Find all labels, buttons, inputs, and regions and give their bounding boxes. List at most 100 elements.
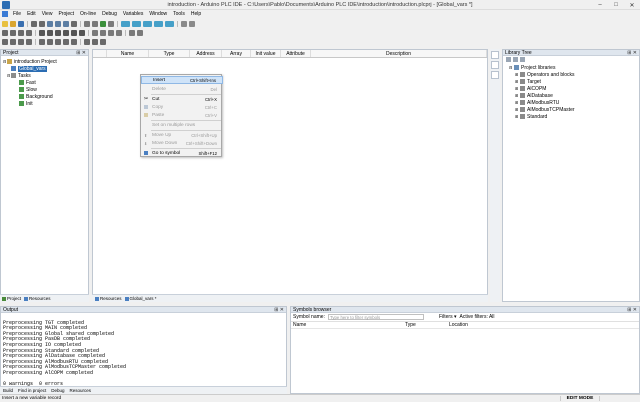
jump-icon[interactable] <box>63 29 69 36</box>
tree-item-background[interactable]: Background <box>3 93 88 100</box>
filters-dropdown[interactable]: Filters ▾ <box>439 314 457 320</box>
menu-item-paste[interactable]: Paste Ctrl+V <box>141 111 223 119</box>
zoom-in-icon[interactable] <box>2 29 8 36</box>
outdent-icon[interactable] <box>10 38 16 45</box>
paste-tb-icon[interactable] <box>63 20 69 27</box>
select-icon[interactable] <box>26 29 32 36</box>
tab-global-vars[interactable]: Global_vars * <box>124 296 157 301</box>
col-attribute[interactable]: Attribute <box>281 50 311 57</box>
menu-window[interactable]: Window <box>146 11 170 17</box>
tree-item-slow[interactable]: Slow <box>3 86 88 93</box>
library-item[interactable]: ⊞ AlCOPM <box>505 85 639 92</box>
minimize-button[interactable]: – <box>592 0 608 10</box>
refresh-library-icon[interactable] <box>520 56 525 62</box>
menu-item-go-to-symbol[interactable]: Go to symbol Shift+F12 <box>141 149 223 157</box>
save-icon[interactable] <box>18 20 24 27</box>
menu-debug[interactable]: Debug <box>99 11 120 17</box>
library-item[interactable]: ⊞ Target <box>505 78 639 85</box>
library-root[interactable]: ⊟ Project libraries <box>505 64 639 71</box>
menu-help[interactable]: Help <box>188 11 204 17</box>
panel-pin-close[interactable]: ⊞ ✕ <box>627 307 639 313</box>
compile-icon[interactable] <box>108 20 114 27</box>
menu-file[interactable]: File <box>10 11 24 17</box>
tree-item-fast[interactable]: Fast <box>3 79 88 86</box>
coil-icon[interactable] <box>47 29 53 36</box>
col-symbol-location[interactable]: Location <box>449 322 468 328</box>
debug-icon[interactable] <box>154 20 163 27</box>
step-over-icon[interactable] <box>55 38 61 45</box>
undo-icon[interactable] <box>31 20 37 27</box>
col-description[interactable]: Description <box>311 50 487 57</box>
tree-item-global-vars[interactable]: Global_vars <box>3 65 88 72</box>
maximize-button[interactable]: □ <box>608 0 624 10</box>
library-strip-icon[interactable] <box>491 51 499 59</box>
watch-strip-icon[interactable] <box>491 71 499 79</box>
col-symbol-name[interactable]: Name <box>291 322 405 328</box>
return-icon[interactable] <box>71 29 77 36</box>
col-type[interactable]: Type <box>149 50 190 57</box>
next-bookmark-icon[interactable] <box>26 38 32 45</box>
step-icon[interactable] <box>47 38 53 45</box>
col-init-value[interactable]: Init value <box>251 50 281 57</box>
delete-row-icon[interactable] <box>92 38 98 45</box>
block-icon[interactable] <box>55 29 61 36</box>
pan-icon[interactable] <box>18 29 24 36</box>
remove-library-icon[interactable] <box>513 56 518 62</box>
menu-item-set-multiple[interactable]: Set on multiple rows <box>141 121 223 129</box>
menu-item-copy[interactable]: Copy Ctrl+C <box>141 103 223 111</box>
tab-build[interactable]: Build <box>3 388 13 393</box>
properties-strip-icon[interactable] <box>491 61 499 69</box>
library-item[interactable]: ⊞ Standard <box>505 113 639 120</box>
watch-icon[interactable] <box>165 20 174 27</box>
library-item[interactable]: ⊞ AlDatabase <box>505 92 639 99</box>
tab-project[interactable]: Project <box>2 296 21 301</box>
stop-icon[interactable] <box>71 38 77 45</box>
copy-tb-icon[interactable] <box>55 20 61 27</box>
symbol-search-input[interactable]: Type here to filter symbols <box>327 314 424 320</box>
tab-resources[interactable]: Resources <box>24 296 51 301</box>
panel-pin-close[interactable]: ⊞ ✕ <box>627 50 639 56</box>
menu-tools[interactable]: Tools <box>170 11 188 17</box>
new-icon[interactable] <box>2 20 8 27</box>
online-icon[interactable] <box>121 20 130 27</box>
close-button[interactable]: ✕ <box>624 0 640 10</box>
zoom-out-icon[interactable] <box>10 29 16 36</box>
label-icon[interactable] <box>79 29 85 36</box>
run-icon[interactable] <box>63 38 69 45</box>
move-row-icon[interactable] <box>100 38 106 45</box>
panel-pin-close[interactable]: ⊞ ✕ <box>76 50 88 56</box>
tree-item-init[interactable]: Init <box>3 100 88 107</box>
menu-item-cut[interactable]: ✂ Cut Ctrl+X <box>141 95 223 103</box>
col-name[interactable]: Name <box>107 50 149 57</box>
breakpoint-icon[interactable] <box>39 38 45 45</box>
tab-debug[interactable]: Debug <box>51 388 64 393</box>
redo-icon[interactable] <box>39 20 45 27</box>
network-icon[interactable] <box>92 29 98 36</box>
library-item[interactable]: ⊞ AlModbusRTU <box>505 99 639 106</box>
menu-item-delete[interactable]: Delete Del <box>141 85 223 93</box>
insert-row-icon[interactable] <box>84 38 90 45</box>
menu-item-move-down[interactable]: ⬇ Move Down Ctrl+Shift+Down <box>141 139 223 147</box>
left-align-icon[interactable] <box>129 29 135 36</box>
tree-item-tasks[interactable]: ⊟ Tasks <box>3 72 88 79</box>
menu-project[interactable]: Project <box>55 11 77 17</box>
tab-resources-doc[interactable]: Resources <box>95 296 122 301</box>
menu-item-move-up[interactable]: ⬆ Move Up Ctrl+Shift+Up <box>141 131 223 139</box>
comment-icon[interactable] <box>100 29 106 36</box>
find-icon[interactable] <box>71 20 77 27</box>
menu-edit[interactable]: Edit <box>24 11 39 17</box>
col-address[interactable]: Address <box>190 50 222 57</box>
contact-icon[interactable] <box>39 29 45 36</box>
panel-pin-close[interactable]: ⊞ ✕ <box>274 307 286 313</box>
menu-view[interactable]: View <box>39 11 56 17</box>
download-icon[interactable] <box>132 20 141 27</box>
build-icon[interactable] <box>84 20 90 27</box>
check-icon[interactable] <box>100 20 106 27</box>
library-item[interactable]: ⊞ AlModbusTCPMaster <box>505 106 639 113</box>
constant-icon[interactable] <box>116 29 122 36</box>
cut-tb-icon[interactable] <box>47 20 53 27</box>
menu-item-insert[interactable]: Insert Ctrl+Shift+Ins <box>141 76 223 84</box>
settings-icon[interactable] <box>181 20 187 27</box>
variable-icon[interactable] <box>108 29 114 36</box>
add-library-icon[interactable] <box>506 56 511 62</box>
